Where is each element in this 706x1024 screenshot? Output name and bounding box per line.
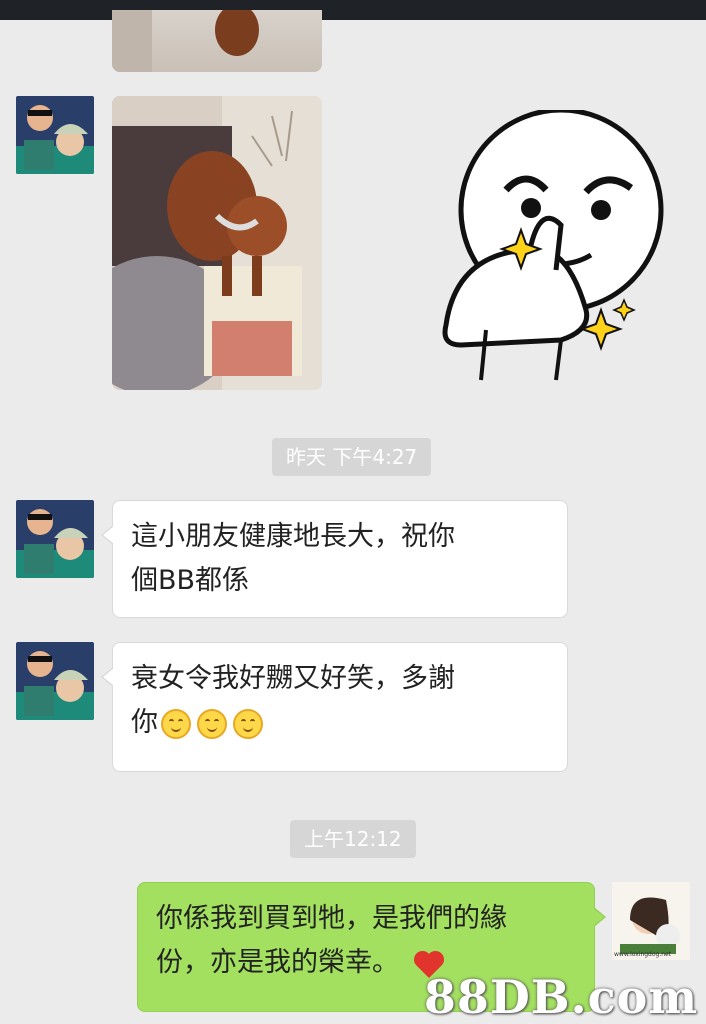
avatar-image xyxy=(16,642,94,720)
message-bubble[interactable]: 這小朋友健康地長大，祝你 個BB都係 xyxy=(101,500,568,618)
message-text-segment: 份，亦是我的榮幸。 xyxy=(156,947,399,978)
dog-photo-top[interactable] xyxy=(112,10,322,72)
avatar[interactable] xyxy=(16,642,94,720)
smile-emoji-icon xyxy=(197,708,227,739)
message-text-line: 這小朋友健康地長大，祝你 xyxy=(131,521,455,552)
message-text-line-with-emoji: 你 xyxy=(131,701,549,745)
avatar-self-image xyxy=(612,882,690,960)
avatar[interactable] xyxy=(16,500,94,578)
message-bubble[interactable]: 衰女令我好嬲又好笑，多謝 你 xyxy=(101,642,568,772)
message-text-segment: 你 xyxy=(131,707,158,738)
smile-emoji-icon xyxy=(161,708,191,739)
avatar-self-caption: www.loxingdog.net xyxy=(614,951,672,958)
smile-emoji-icon xyxy=(233,708,263,739)
avatar-self[interactable]: www.loxingdog.net xyxy=(612,882,690,960)
message-text-line: 衰女令我好嬲又好笑，多謝 xyxy=(131,663,455,694)
avatar-image xyxy=(16,96,94,174)
message-text-line: 個BB都係 xyxy=(131,565,250,596)
thumbs-up-sticker[interactable] xyxy=(436,107,666,390)
timestamp: 上午12:12 xyxy=(290,820,416,858)
sticker-image xyxy=(442,107,664,381)
status-bar xyxy=(0,0,706,20)
message-text-line: 你係我到買到牠，是我們的緣 xyxy=(156,903,507,934)
timestamp: 昨天 下午4:27 xyxy=(272,438,432,476)
watermark: 88DB.com xyxy=(423,970,698,1024)
dog-photo-image xyxy=(112,96,322,390)
avatar[interactable] xyxy=(16,96,94,174)
dog-photo-top-image xyxy=(112,10,259,72)
avatar-image xyxy=(16,500,94,578)
dog-photo[interactable] xyxy=(112,96,322,390)
